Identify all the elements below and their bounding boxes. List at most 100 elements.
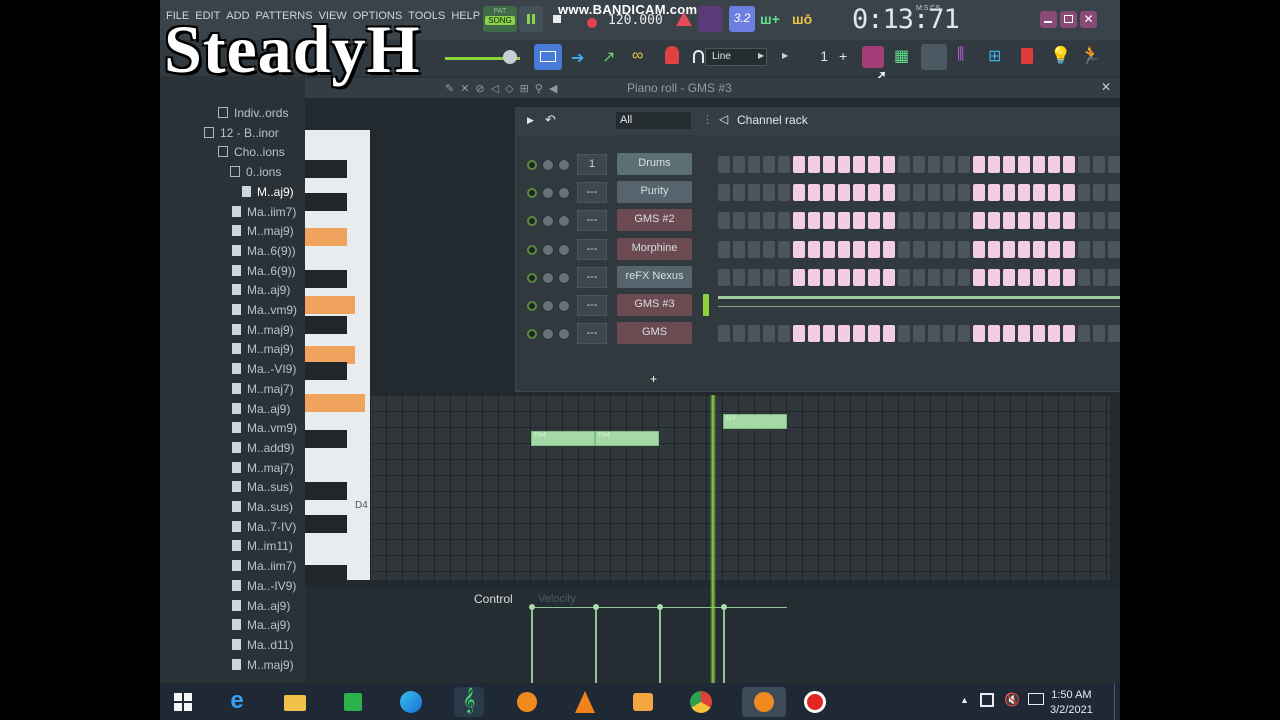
step-button[interactable] (883, 212, 895, 230)
volume-muted-icon[interactable]: 🔇 (1004, 692, 1020, 708)
step-button[interactable] (868, 268, 880, 286)
highlighted-key[interactable] (305, 296, 355, 314)
step-button[interactable] (898, 156, 910, 173)
step-button[interactable] (928, 240, 940, 258)
step-button[interactable] (853, 156, 865, 173)
snap-dropdown-arrow-icon[interactable]: ▶ (758, 51, 764, 60)
step-button[interactable] (988, 156, 1000, 173)
step-button[interactable] (958, 184, 970, 202)
step-button[interactable] (778, 325, 790, 343)
channel-mute-led[interactable] (527, 216, 537, 227)
browser-file[interactable]: M..maj7) (232, 461, 294, 475)
master-volume-knob-icon[interactable] (503, 50, 517, 64)
step-button[interactable] (1108, 212, 1120, 230)
step-button[interactable] (718, 325, 730, 343)
step-button[interactable] (958, 268, 970, 286)
channel-row[interactable]: --- Morphine (520, 237, 1120, 262)
velocity-handle[interactable] (721, 604, 727, 610)
system-clock[interactable]: 1:50 AM 3/2/2021 (1050, 688, 1093, 718)
metronome-button[interactable] (672, 6, 696, 32)
browser-file[interactable]: Ma..sus) (232, 480, 293, 494)
browser-file[interactable]: Ma..aj9) (232, 599, 290, 613)
step-button[interactable] (778, 212, 790, 230)
channel-pan-knob[interactable] (542, 271, 554, 284)
step-button[interactable] (1093, 268, 1105, 286)
step-button[interactable] (913, 212, 925, 230)
step-button[interactable] (958, 240, 970, 258)
step-button[interactable] (718, 156, 730, 173)
channel-pan-knob[interactable] (542, 328, 554, 341)
velocity-handle[interactable] (657, 604, 663, 610)
browser-file[interactable]: M..maj9) (232, 658, 294, 672)
step-button[interactable] (748, 240, 760, 258)
step-button[interactable] (748, 156, 760, 173)
step-button[interactable] (1018, 325, 1030, 343)
black-key[interactable] (305, 515, 347, 533)
step-button[interactable] (1048, 156, 1060, 173)
step-button[interactable] (958, 212, 970, 230)
step-button[interactable] (763, 268, 775, 286)
browser-folder[interactable]: 12 - B..inor (204, 126, 279, 140)
pattern-color-icon[interactable] (862, 46, 884, 68)
step-button[interactable] (1093, 156, 1105, 173)
step-button[interactable] (1108, 268, 1120, 286)
channel-mute-led[interactable] (527, 329, 537, 340)
velocity-bar[interactable] (659, 607, 661, 683)
channel-mute-led[interactable] (527, 160, 537, 170)
show-desktop-button[interactable] (1114, 683, 1120, 720)
channel-mixer-track[interactable]: --- (577, 266, 607, 288)
black-key[interactable] (305, 193, 347, 211)
black-key[interactable] (305, 160, 347, 178)
black-key[interactable] (305, 430, 347, 448)
wait-button[interactable] (698, 6, 722, 32)
step-button[interactable] (808, 212, 820, 230)
step-button[interactable] (883, 325, 895, 343)
step-button[interactable] (1003, 156, 1015, 173)
magnet-icon[interactable] (665, 46, 679, 64)
step-button[interactable] (838, 212, 850, 230)
note-f-sharp-4[interactable]: F#4 (531, 431, 595, 446)
channel-pan-knob[interactable] (542, 243, 554, 256)
music-notation-button[interactable]: 𝄞 (454, 687, 484, 717)
step-button[interactable] (1003, 240, 1015, 258)
channel-name-button[interactable]: reFX Nexus (617, 265, 692, 288)
step-button[interactable] (1093, 240, 1105, 258)
tempo-display[interactable]: 120.000 (608, 13, 663, 28)
step-button[interactable] (733, 240, 745, 258)
step-button[interactable] (883, 240, 895, 258)
channel-name-button[interactable]: GMS #2 (617, 209, 692, 232)
step-button[interactable] (718, 240, 730, 258)
highlighted-key[interactable] (305, 228, 347, 246)
step-button[interactable] (1093, 184, 1105, 202)
step-button[interactable] (1018, 156, 1030, 173)
channel-mute-led[interactable] (527, 272, 537, 283)
step-button[interactable] (973, 212, 985, 230)
browser-file[interactable]: Ma..vm9) (232, 421, 297, 435)
step-button[interactable] (898, 240, 910, 258)
step-button[interactable] (913, 240, 925, 258)
add-pattern-icon[interactable]: + (839, 48, 847, 64)
browser-file[interactable]: M..maj9) (232, 224, 294, 238)
step-button[interactable] (763, 325, 775, 343)
step-button[interactable] (838, 184, 850, 202)
browser-file[interactable]: Ma..-IV9) (232, 579, 296, 593)
piano-roll-tools[interactable]: ✎✕⊘◁◇⊞⚲◀ (445, 82, 563, 95)
browser-file[interactable]: Ma..sus) (232, 500, 293, 514)
step-button[interactable] (943, 325, 955, 343)
step-button[interactable] (1033, 156, 1045, 173)
step-button[interactable] (1063, 156, 1075, 173)
step-button[interactable] (733, 268, 745, 286)
add-channel-icon[interactable]: + (650, 372, 657, 386)
typing-keyboard-button[interactable]: ш+ (760, 6, 784, 32)
link-icon[interactable]: ∞ (632, 47, 643, 65)
step-button[interactable] (853, 184, 865, 202)
step-button[interactable] (733, 184, 745, 202)
black-key[interactable] (305, 316, 347, 334)
step-button[interactable] (793, 325, 805, 343)
browser-file[interactable]: M..add9) (232, 441, 294, 455)
velocity-bar[interactable] (723, 607, 725, 683)
person-icon[interactable]: 🏃 (1080, 46, 1101, 66)
step-button[interactable] (943, 240, 955, 258)
browser-file[interactable]: Ma..aj9) (232, 618, 290, 632)
piano-keyboard[interactable]: D4 (305, 130, 370, 583)
